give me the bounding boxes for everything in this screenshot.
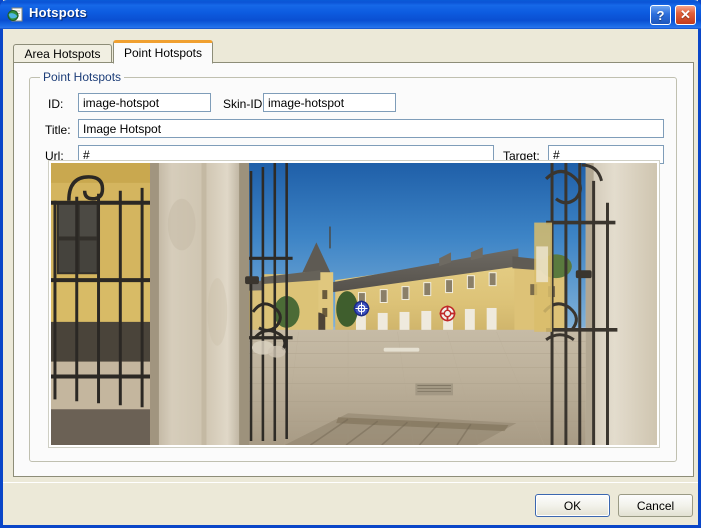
tab-point-hotspots[interactable]: Point Hotspots	[113, 40, 213, 64]
window-title: Hotspots	[29, 5, 87, 20]
hotspot-marker-blue[interactable]	[353, 300, 370, 317]
hotspots-dialog: Hotspots ? ✕ Area Hotspots Point Hotspot…	[0, 0, 701, 528]
title-label: Title:	[45, 123, 71, 137]
hotspot-marker-red[interactable]	[439, 305, 456, 322]
skin-id-label: Skin-ID:	[223, 97, 266, 111]
panorama-preview[interactable]	[48, 160, 660, 448]
tab-panel-point-hotspots: Point Hotspots ID: Skin-ID: Title: Url: …	[13, 62, 694, 477]
id-input[interactable]	[78, 93, 211, 112]
footer-separator	[3, 482, 698, 483]
close-button[interactable]: ✕	[675, 5, 696, 25]
panorama-image	[51, 163, 657, 445]
title-bar[interactable]: Hotspots ? ✕	[0, 0, 701, 29]
groupbox-legend: Point Hotspots	[40, 70, 125, 84]
title-input[interactable]	[78, 119, 664, 138]
ok-button[interactable]: OK	[535, 494, 610, 517]
help-button[interactable]: ?	[650, 5, 671, 25]
point-hotspots-groupbox: Point Hotspots ID: Skin-ID: Title: Url: …	[29, 70, 677, 462]
cancel-button[interactable]: Cancel	[618, 494, 693, 517]
id-label: ID:	[48, 97, 64, 111]
skin-id-input[interactable]	[263, 93, 396, 112]
tab-area-hotspots[interactable]: Area Hotspots	[13, 44, 112, 63]
globe-page-icon	[7, 6, 24, 23]
